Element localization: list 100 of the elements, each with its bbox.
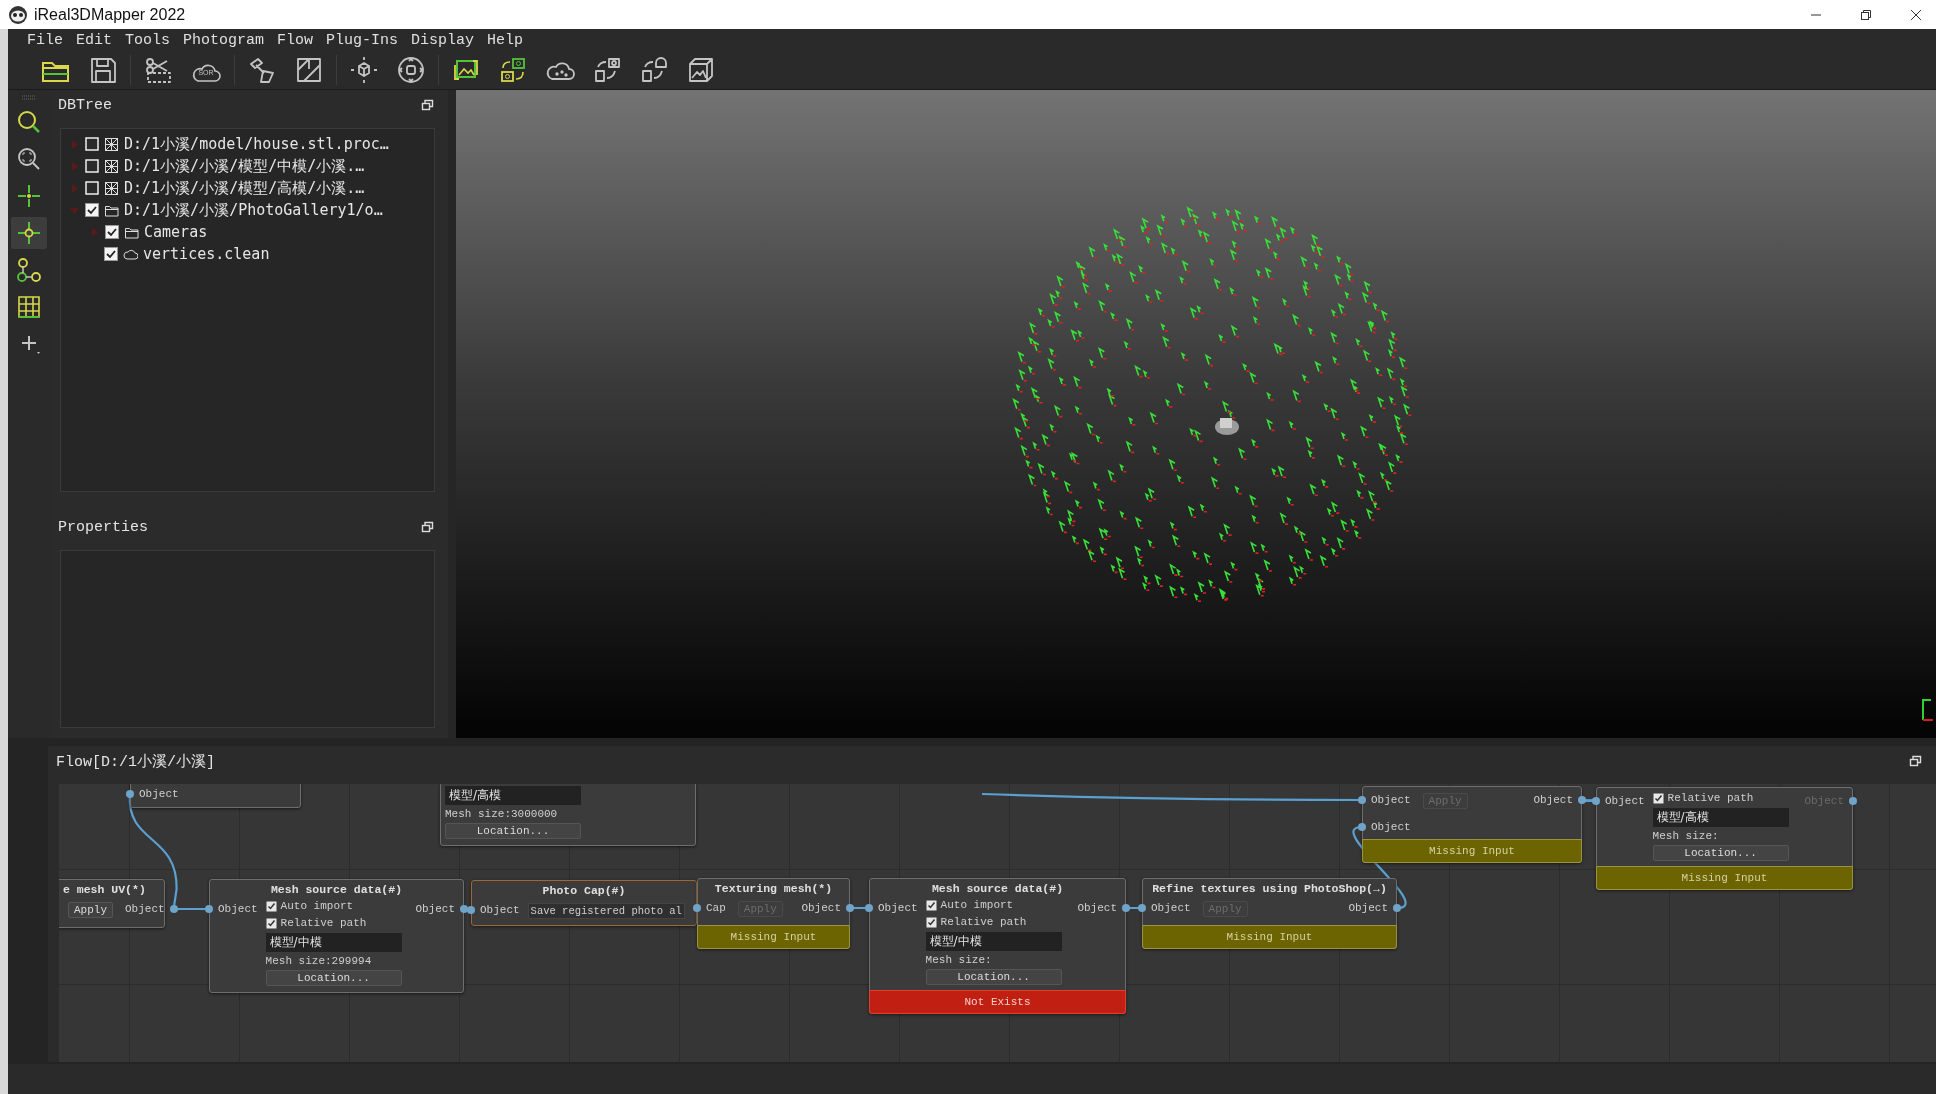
mesh-size-label: Mesh size:299994	[265, 955, 372, 967]
mesh-model-drawing	[1215, 418, 1239, 435]
checkbox-label: Auto import	[940, 898, 1014, 912]
flow-title: Flow[D:/1小溪/小溪]	[56, 752, 216, 771]
mesh-icon	[104, 158, 119, 174]
port-label: Object	[411, 902, 463, 916]
app-logo-icon	[8, 4, 28, 25]
menu-item[interactable]: Photogram	[178, 31, 273, 49]
port-label: Object	[1143, 901, 1195, 915]
window-title: iReal3DMapper 2022	[34, 5, 186, 24]
float-panel-icon[interactable]	[421, 521, 434, 533]
scissors-icon[interactable]	[143, 55, 173, 85]
tree-item-label[interactable]: vertices.clean	[143, 245, 270, 263]
cube-arrows-icon[interactable]	[349, 55, 379, 85]
tool-button[interactable]	[11, 217, 47, 249]
float-panel-icon[interactable]	[1909, 755, 1922, 767]
cube-camera-icon[interactable]	[639, 55, 669, 85]
port-label: Object	[472, 903, 524, 917]
menu-item[interactable]: Help	[482, 31, 532, 49]
checkbox-label: Relative path	[280, 916, 367, 930]
float-panel-icon[interactable]	[421, 99, 434, 111]
status-banner: Missing Input	[1596, 866, 1853, 890]
mesh-size-label: Mesh size:3000000	[445, 808, 558, 820]
camera-swap-icon[interactable]	[498, 55, 528, 85]
port-label: Object	[870, 901, 922, 915]
node-title: e mesh UV(*)	[62, 882, 147, 896]
checkbox[interactable]	[925, 916, 937, 928]
status-banner: Missing Input	[697, 925, 850, 949]
node-graph-icon	[15, 256, 43, 284]
square-split-icon[interactable]	[294, 55, 324, 85]
tree-item-label[interactable]: D:/1小溪/小溪/PhotoGallery1/o…	[124, 200, 383, 220]
port-icon[interactable]	[169, 905, 178, 913]
close-icon[interactable]	[1910, 8, 1922, 21]
port-icon[interactable]	[693, 904, 701, 912]
tree-item-label[interactable]: D:/1小溪/model/house.stl.proc…	[124, 134, 389, 154]
checkbox-label: Auto import	[280, 899, 354, 913]
port-icon[interactable]	[126, 790, 134, 798]
menu-item[interactable]: Display	[406, 31, 483, 49]
flow-node[interactable]: 模型/高模 Mesh size:3000000 Location...	[440, 784, 696, 846]
status-banner: Missing Input	[1142, 925, 1397, 949]
location-button[interactable]: Location...	[445, 823, 581, 839]
path-field[interactable]: 模型/高模	[1652, 808, 1789, 827]
panel-title: Properties	[58, 518, 148, 536]
node-title: Refine textures using PhotoShop(→)	[1151, 881, 1388, 895]
save-icon[interactable]	[88, 55, 118, 85]
node-title: Mesh source data(#)	[269, 882, 404, 896]
tree-item-label[interactable]: Cameras	[144, 223, 208, 241]
menu-item[interactable]: Flow	[272, 31, 322, 49]
port-label: Object	[1363, 793, 1415, 807]
port-icon[interactable]	[1358, 796, 1366, 804]
port-label: Object	[1073, 901, 1125, 915]
port-label: Object	[210, 902, 262, 916]
location-button[interactable]: Location...	[1652, 845, 1789, 861]
checkbox[interactable]	[85, 203, 99, 217]
location-button[interactable]: Location...	[925, 969, 1062, 985]
text-field[interactable]: Save registered photo al	[527, 903, 685, 919]
hammer-icon[interactable]	[247, 55, 277, 85]
port-label: Object	[1363, 820, 1415, 834]
checkbox[interactable]	[265, 900, 277, 912]
checkbox[interactable]	[925, 899, 937, 911]
checkbox[interactable]	[1652, 792, 1664, 804]
axis-gizmo-icon	[1922, 699, 1934, 721]
path-field[interactable]: 模型/中模	[925, 932, 1062, 951]
port-icon[interactable]	[205, 905, 213, 913]
port-label: Object	[131, 787, 183, 801]
node-title: Mesh source data(#)	[930, 881, 1065, 895]
path-field[interactable]: 模型/中模	[265, 933, 402, 952]
menu-item[interactable]: Plug-Ins	[321, 31, 407, 49]
tree-item-label[interactable]: D:/1小溪/小溪/模型/中模/小溪.…	[124, 156, 365, 176]
grip-icon[interactable]	[21, 94, 37, 101]
checkbox[interactable]	[265, 917, 277, 929]
checkbox-label: Relative path	[1667, 791, 1754, 805]
tree-item-label[interactable]: D:/1小溪/小溪/模型/高模/小溪.…	[124, 178, 365, 198]
target-icon	[15, 219, 43, 247]
path-field[interactable]: 模型/高模	[445, 786, 581, 805]
node-title: Photo Cap(#)	[541, 883, 627, 897]
restore-icon[interactable]	[1860, 8, 1872, 21]
cube-image-icon[interactable]	[686, 55, 716, 85]
menu-item[interactable]: Edit	[71, 31, 121, 49]
menu-item[interactable]: Tools	[120, 31, 179, 49]
apply-button[interactable]: Apply	[68, 902, 113, 918]
checkbox[interactable]	[104, 247, 118, 261]
menu-item[interactable]: File	[22, 31, 71, 49]
circle-arrows-icon[interactable]	[396, 55, 426, 85]
port-icon[interactable]	[1393, 904, 1401, 912]
crosshair-icon	[15, 182, 43, 210]
node-title: Texturing mesh(*)	[713, 881, 834, 895]
checkbox-label: Relative path	[940, 915, 1027, 929]
mesh-size-label: Mesh size:	[925, 954, 992, 966]
mesh-icon	[104, 136, 119, 152]
mesh-icon	[104, 180, 119, 196]
location-button[interactable]: Location...	[265, 970, 402, 986]
checkbox[interactable]	[105, 225, 119, 239]
panel-title: DBTree	[58, 96, 112, 114]
port-icon[interactable]	[846, 904, 854, 912]
port-icon[interactable]	[1358, 823, 1366, 831]
port-label: Object	[797, 901, 849, 915]
status-banner: Missing Input	[1362, 839, 1582, 863]
port-icon[interactable]	[865, 904, 873, 912]
cube-camera-icon[interactable]	[592, 55, 622, 85]
